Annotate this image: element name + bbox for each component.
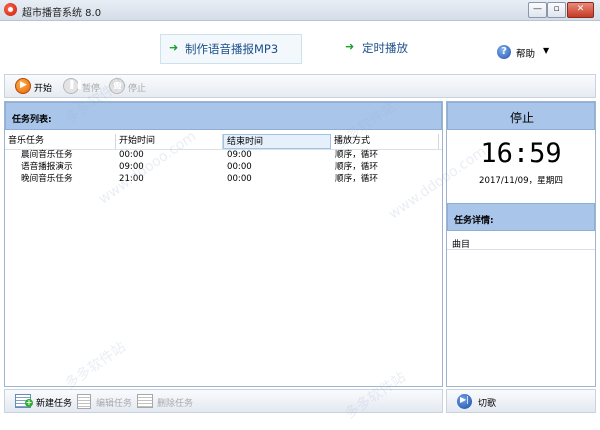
help-label: 帮助 [516,49,536,60]
edit-task-label: 编辑任务 [96,399,133,409]
table-row[interactable]: 晚间音乐任务 21:00 00:00 顺序，循环 [5,174,442,185]
player-actions-bar: ▶| 切歌 [446,389,596,413]
window-title: 超市播音系统 8.0 [22,8,102,19]
nav-scheduled-play[interactable]: ➜ 定时播放 [340,34,430,62]
play-mode-cell: 顺序，循环 [335,174,378,184]
maximize-button[interactable]: ▫ [547,2,566,18]
title-bar: 超市播音系统 8.0 — ▫ ✕ [0,0,600,21]
task-list-title: 任务列表: [12,115,52,125]
play-mode-cell: 顺序，循环 [335,162,378,172]
column-header-end-time[interactable]: 结束时间 [223,134,331,149]
nav-make-mp3[interactable]: ➜ 制作语音播报MP3 [160,34,302,64]
edit-task-icon [77,394,91,409]
playback-state: 停止 [509,111,534,125]
task-name-cell: 晚间音乐任务 [21,174,73,184]
task-list-panel: 任务列表: 音乐任务 开始时间 结束时间 播放方式 晨间音乐任务 00:00 0… [4,101,443,387]
add-icon: + [25,398,33,407]
task-detail-columns: 曲目 [447,234,595,250]
start-time-cell: 00:00 [119,150,144,160]
end-time-cell: 00:00 [227,174,252,184]
playback-state-header: 停止 [447,102,595,130]
play-icon: ▶ [15,78,31,94]
end-time-cell: 09:00 [227,150,252,160]
arrow-right-icon: ➜ [345,40,355,53]
close-button[interactable]: ✕ [567,2,594,18]
pause-icon: ❚❚ [63,78,83,94]
table-row[interactable]: 晨间音乐任务 00:00 09:00 顺序，循环 [5,150,442,161]
table-row[interactable]: 语音播报演示 09:00 00:00 顺序，循环 [5,162,442,173]
delete-task-button[interactable]: 删除任务 [137,393,197,410]
task-name-cell: 语音播报演示 [21,162,73,172]
task-detail-header: 任务详情: [447,203,595,231]
help-menu[interactable]: ? 帮助 ▼ [495,43,555,61]
switch-song-button[interactable]: ▶| 切歌 [457,393,507,410]
column-header-track[interactable]: 曲目 [452,237,470,250]
next-track-icon: ▶| [457,394,472,409]
minimize-button[interactable]: — [528,2,547,18]
app-logo-icon [4,3,17,16]
help-icon: ? [497,45,511,59]
arrow-right-icon: ➜ [169,41,179,54]
status-panel: 停止 16:59 2017/11/09，星期四 任务详情: 曲目 [446,101,596,387]
column-header-music-task[interactable]: 音乐任务 [5,134,116,149]
new-task-label: 新建任务 [36,399,73,409]
chevron-down-icon: ▼ [543,46,550,55]
nav-make-mp3-label: 制作语音播报MP3 [185,42,279,56]
delete-task-label: 删除任务 [157,399,194,409]
task-detail-title: 任务详情: [454,216,494,226]
task-name-cell: 晨间音乐任务 [21,150,73,160]
nav-scheduled-play-label: 定时播放 [362,41,408,55]
delete-task-icon [137,394,153,408]
new-task-button[interactable]: + 新建任务 [15,393,73,410]
stop-label: 停止 [128,84,147,94]
edit-task-button[interactable]: 编辑任务 [77,393,135,410]
switch-song-label: 切歌 [478,399,497,409]
start-button[interactable]: ▶ 开始 [15,78,57,95]
end-time-cell: 00:00 [227,162,252,172]
clock-date: 2017/11/09，星期四 [479,176,563,186]
start-label: 开始 [34,84,53,94]
